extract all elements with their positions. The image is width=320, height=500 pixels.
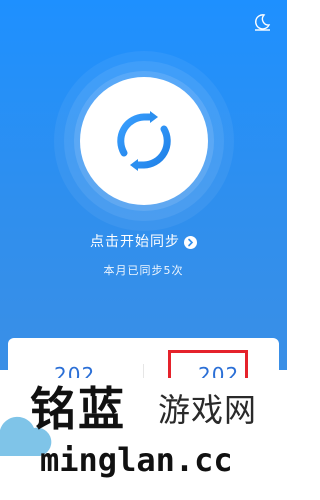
sync-refresh-icon: [117, 111, 171, 171]
start-sync-label: 点击开始同步: [90, 234, 180, 250]
sync-count-text: 本月已同步5次: [103, 264, 184, 277]
moon-icon: [255, 14, 271, 31]
night-mode-button[interactable]: [248, 8, 276, 36]
watermark-brand-cn-suffix: 游戏网: [158, 391, 258, 429]
watermark-brand-en: minglan.cc: [40, 441, 233, 479]
sync-screen: 点击开始同步 本月已同步5次 202 202 铭蓝 游戏网 minglan.cc: [0, 0, 287, 500]
start-sync-link[interactable]: 点击开始同步: [0, 231, 287, 251]
chevron-right-icon: [184, 236, 197, 249]
sync-ring: [54, 51, 234, 231]
watermark: 铭蓝 游戏网 minglan.cc: [0, 378, 287, 500]
sync-button[interactable]: [80, 77, 208, 205]
watermark-brand-cn: 铭蓝: [30, 382, 126, 436]
